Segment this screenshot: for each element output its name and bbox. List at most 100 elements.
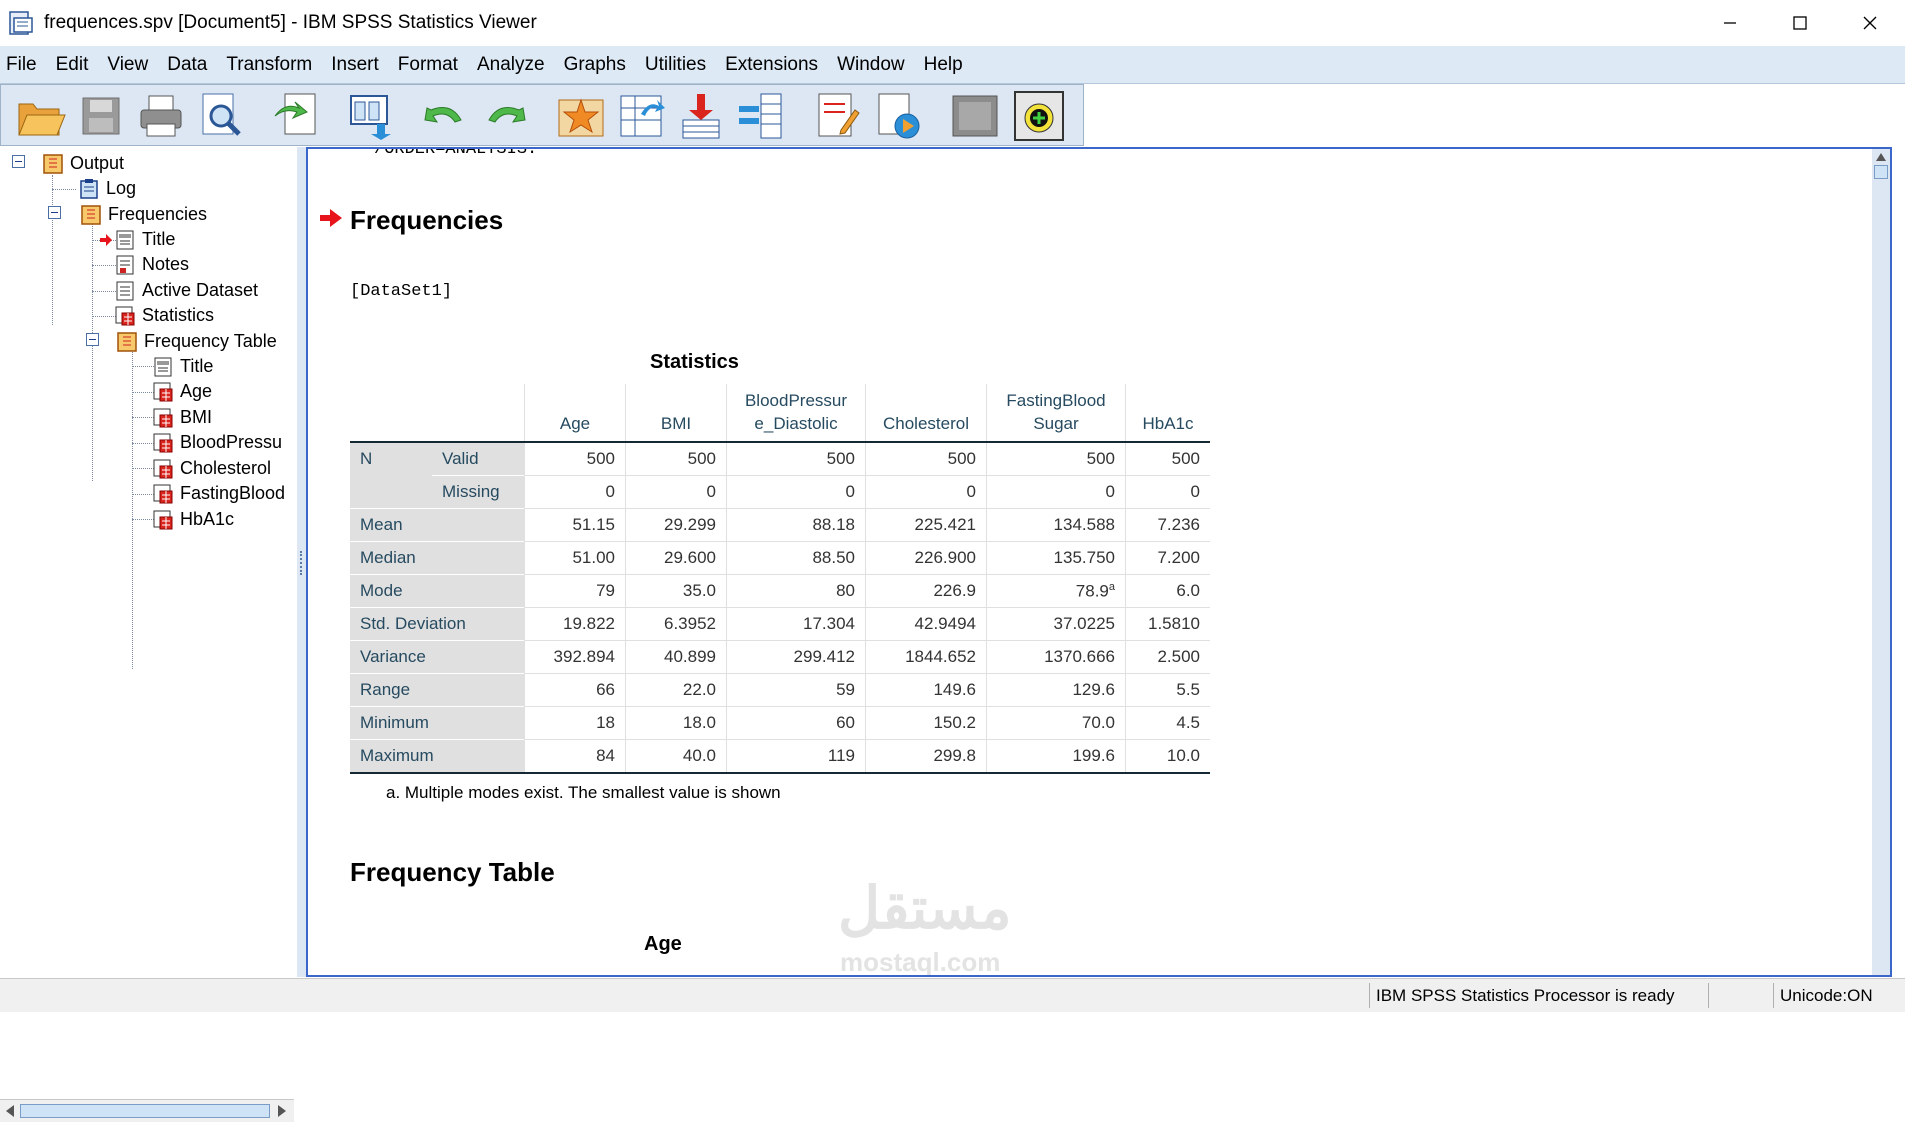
row-header: N — [350, 441, 432, 476]
table-cell: 299.8 — [865, 739, 987, 774]
menu-file[interactable]: File — [6, 54, 50, 76]
menu-view[interactable]: View — [107, 54, 161, 76]
row-header: Range — [350, 673, 525, 707]
menu-insert[interactable]: Insert — [331, 54, 392, 76]
goto-variable-icon[interactable] — [675, 90, 727, 142]
processor-status: IBM SPSS Statistics Processor is ready — [1369, 983, 1706, 1008]
table-cell: 29.299 — [625, 508, 727, 542]
outline-scroll-thumb[interactable] — [20, 1104, 270, 1118]
frequency-table-heading[interactable]: Frequency Table — [350, 857, 555, 888]
table-cell: 500 — [625, 441, 727, 476]
table-cell: 60 — [726, 706, 866, 740]
table-cell: 51.00 — [524, 541, 626, 575]
window-title: frequences.spv [Document5] - IBM SPSS St… — [44, 12, 537, 33]
minimize-button[interactable] — [1695, 0, 1765, 46]
footnote-marker: a — [1108, 580, 1115, 593]
table-cell: 17.304 — [726, 607, 866, 641]
table-cell: 6.3952 — [625, 607, 727, 641]
table-icon — [115, 306, 135, 325]
row-header: Minimum — [350, 706, 525, 740]
syntax-line: /ORDER=ANALYSIS. — [374, 147, 538, 159]
table-cell: 500 — [1125, 441, 1210, 476]
statistics-table[interactable]: Age BMI BloodPressur e_Diastolic Cholest… — [350, 384, 1210, 774]
table-cell: 7.236 — [1125, 508, 1210, 542]
menu-transform[interactable]: Transform — [226, 54, 325, 76]
collapse-frequencies-icon[interactable] — [48, 206, 61, 219]
table-cell: 0 — [524, 475, 626, 509]
outline-item-frequencies[interactable]: Frequencies — [80, 202, 207, 227]
table-cell: 0 — [625, 475, 727, 509]
export-icon[interactable] — [271, 90, 323, 142]
goto-case-icon[interactable] — [615, 90, 667, 142]
outline-item-fastingblood[interactable]: FastingBlood — [152, 481, 285, 506]
maximize-icon — [1793, 16, 1807, 30]
designate-window-icon[interactable] — [871, 90, 923, 142]
menu-extensions[interactable]: Extensions — [725, 54, 831, 76]
menu-graphs[interactable]: Graphs — [564, 54, 639, 76]
table-cell: 35.0 — [625, 574, 727, 608]
pane-splitter[interactable] — [297, 147, 306, 977]
status-empty-cell — [1708, 983, 1775, 1008]
scroll-right-icon[interactable] — [276, 1104, 288, 1118]
table-icon — [153, 484, 173, 503]
content-vertical-scrollbar[interactable] — [1872, 149, 1890, 975]
outline-horizontal-scrollbar[interactable] — [0, 1099, 294, 1122]
outline-item-frequency-table[interactable]: Frequency Table — [116, 329, 277, 354]
close-button[interactable] — [1835, 0, 1905, 46]
output-book-icon — [117, 331, 137, 352]
menu-utilities[interactable]: Utilities — [645, 54, 719, 76]
row-header: Mode — [350, 574, 525, 608]
recall-dialog-icon[interactable] — [347, 90, 399, 142]
add-icon[interactable] — [1013, 90, 1065, 142]
table-cell: 135.750 — [986, 541, 1126, 575]
menu-format[interactable]: Format — [398, 54, 471, 76]
column-header: BloodPressur e_Diastolic — [726, 384, 866, 442]
redo-icon[interactable] — [479, 90, 531, 142]
scroll-up-icon[interactable] — [1875, 151, 1887, 163]
menu-help[interactable]: Help — [924, 54, 976, 76]
variables-icon[interactable] — [735, 90, 787, 142]
table-cell: 88.18 — [726, 508, 866, 542]
table-cell: 2.500 — [1125, 640, 1210, 674]
outline-item-cholesterol[interactable]: Cholesterol — [152, 456, 271, 481]
outline-item-title[interactable]: Title — [100, 227, 175, 252]
frequencies-heading[interactable]: Frequencies — [350, 205, 503, 236]
outline-item-notes[interactable]: Notes — [114, 252, 189, 277]
row-subheader: Missing — [432, 475, 525, 509]
menu-data[interactable]: Data — [167, 54, 220, 76]
outline-item-ft-title[interactable]: Title — [152, 354, 213, 379]
column-header: BMI — [625, 384, 727, 442]
outline-item-age[interactable]: Age — [152, 379, 212, 404]
goto-data-icon[interactable] — [555, 90, 607, 142]
outline-item-bloodpressure[interactable]: BloodPressu — [152, 430, 282, 455]
maximize-button[interactable] — [1765, 0, 1835, 46]
outline-item-log[interactable]: Log — [78, 176, 136, 201]
collapse-output-icon[interactable] — [12, 155, 25, 168]
outline-item-hba1c[interactable]: HbA1c — [152, 507, 234, 532]
menu-edit[interactable]: Edit — [56, 54, 102, 76]
row-header: Std. Deviation — [350, 607, 525, 641]
outline-item-output[interactable]: Output — [42, 151, 124, 176]
outline-item-bmi[interactable]: BMI — [152, 405, 212, 430]
table-cell: 149.6 — [865, 673, 987, 707]
collapse-frequency-table-icon[interactable] — [86, 333, 99, 346]
table-cell: 0 — [865, 475, 987, 509]
scroll-left-icon[interactable] — [4, 1104, 16, 1118]
table-cell: 0 — [726, 475, 866, 509]
content-scroll-thumb[interactable] — [1874, 165, 1888, 179]
insert-output-icon[interactable] — [811, 90, 863, 142]
table-icon — [153, 510, 173, 529]
menu-window[interactable]: Window — [837, 54, 918, 76]
table-cell: 5.5 — [1125, 673, 1210, 707]
outline-item-statistics[interactable]: Statistics — [114, 303, 214, 328]
undo-icon[interactable] — [419, 90, 471, 142]
open-icon[interactable] — [15, 90, 67, 142]
menu-analyze[interactable]: Analyze — [477, 54, 558, 76]
save-icon — [82, 97, 120, 135]
outline-item-active-dataset[interactable]: Active Dataset — [114, 278, 258, 303]
watermark-url: mostaql.com — [840, 947, 1001, 977]
print-icon[interactable] — [135, 90, 187, 142]
table-cell: 37.0225 — [986, 607, 1126, 641]
print-preview-icon[interactable] — [195, 90, 247, 142]
table-cell: 134.588 — [986, 508, 1126, 542]
